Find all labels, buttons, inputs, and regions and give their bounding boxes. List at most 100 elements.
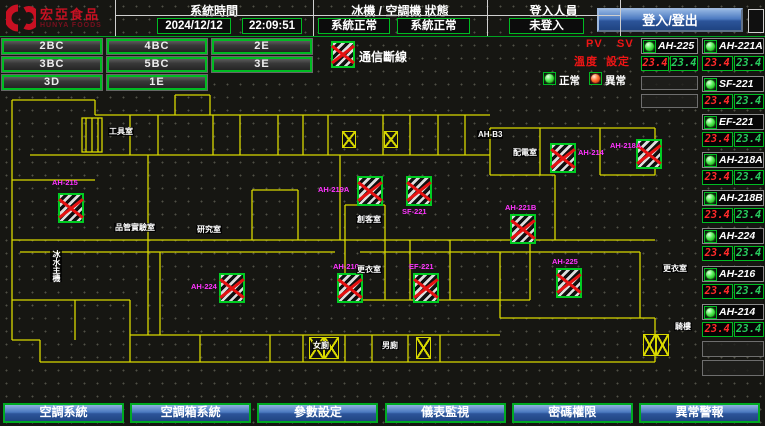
empty-slot	[641, 76, 698, 90]
comm-offline-icon	[331, 41, 355, 68]
floor-button-3bc[interactable]: 3BC	[2, 57, 102, 72]
elevator-icon	[342, 131, 356, 148]
temp-label: 溫度	[574, 53, 598, 69]
header-sep-4	[620, 0, 621, 36]
abnormal-label: 異常	[605, 73, 626, 88]
sv-value: 23.4	[734, 132, 765, 147]
empty-slot	[702, 360, 764, 376]
unit-status-led	[704, 40, 717, 53]
floor-button-3e[interactable]: 3E	[212, 57, 312, 72]
device-offline-icon-ah-216[interactable]	[337, 273, 363, 303]
floor-button-3d[interactable]: 3D	[2, 75, 102, 90]
pv-value: 23.4	[702, 94, 733, 109]
sv-value: 23.4	[734, 170, 765, 185]
nav-button-5[interactable]: 密碼權限	[512, 403, 633, 423]
unit-name-label: AH-224	[719, 230, 755, 242]
system-time-label: 系統時間	[115, 2, 313, 19]
elevator-icon	[643, 334, 656, 356]
unit-values-ah-218a: 23.423.4	[702, 170, 764, 185]
unit-values-ah-216: 23.423.4	[702, 284, 764, 299]
device-label: AH-215	[52, 179, 78, 187]
room-label: 冰水主機	[50, 250, 62, 282]
nav-button-6[interactable]: 異常警報	[639, 403, 760, 423]
device-offline-icon-ah-219a[interactable]	[357, 176, 383, 206]
logo: 宏亞食品 HUNYA FOODS	[6, 3, 114, 33]
device-label: AH-219A	[318, 186, 349, 194]
unit-name-label: AH-225	[658, 40, 694, 52]
device-label: AH-216	[333, 263, 359, 271]
elevator-icon	[384, 131, 398, 148]
unit-ah-216[interactable]: AH-216	[702, 266, 764, 282]
device-label: AH-225	[552, 258, 578, 266]
room-label: 配電室	[512, 148, 538, 157]
normal-led	[543, 72, 556, 85]
device-offline-icon-sf-221[interactable]	[406, 176, 432, 206]
unit-status-led	[704, 116, 717, 129]
header-divider	[115, 15, 620, 16]
floor-button-2bc[interactable]: 2BC	[2, 39, 102, 54]
unit-sf-221[interactable]: SF-221	[702, 76, 764, 92]
pv-value: 23.4	[702, 284, 733, 299]
empty-slot	[702, 341, 764, 357]
device-offline-icon-ah-224[interactable]	[219, 273, 245, 303]
pv-value: 23.4	[702, 322, 733, 337]
unit-values-ef-221: 23.423.4	[702, 132, 764, 147]
room-label: 女廁	[312, 341, 330, 350]
login-logout-button[interactable]: 登入/登出	[597, 8, 743, 32]
unit-name-label: AH-218A	[719, 154, 763, 166]
room-label: 工具室	[108, 127, 134, 136]
logo-subtitle: HUNYA FOODS	[40, 22, 102, 29]
elevator-icon	[656, 334, 669, 356]
ahu-status: 系統正常	[397, 18, 470, 34]
header-sep-1	[115, 0, 116, 36]
unit-ah-225[interactable]: AH-225	[641, 38, 698, 54]
sv-value: 23.4	[734, 246, 765, 261]
unit-ah-214[interactable]: AH-214	[702, 304, 764, 320]
header-sep-3	[487, 0, 488, 36]
set-label: 設定	[606, 53, 630, 69]
device-offline-icon-ef-221[interactable]	[413, 273, 439, 303]
elevator-icon	[416, 337, 431, 359]
login-user-value: 未登入	[509, 18, 584, 34]
sv-value: 23.4	[734, 208, 765, 223]
hunya-logo-icon	[6, 4, 36, 32]
pv-value: 23.4	[702, 132, 733, 147]
unit-ah-218a[interactable]: AH-218A	[702, 152, 764, 168]
unit-ah-224[interactable]: AH-224	[702, 228, 764, 244]
floor-button-5bc[interactable]: 5BC	[107, 57, 207, 72]
device-offline-icon-ah-221b[interactable]	[510, 214, 536, 244]
device-label: SF-221	[402, 208, 427, 216]
sv-label: SV	[617, 38, 634, 50]
room-label: 騎樓	[674, 322, 692, 331]
unit-ah-221a[interactable]: AH-221A	[702, 38, 764, 54]
sv-value: 23.4	[734, 322, 765, 337]
unit-name-label: SF-221	[719, 78, 753, 90]
unit-status-led	[704, 192, 717, 205]
unit-values-ah-221a: 23.423.4	[702, 56, 764, 71]
device-offline-icon-ah-214[interactable]	[550, 143, 576, 173]
pv-value: 23.4	[702, 170, 733, 185]
sv-value: 23.4	[734, 94, 765, 109]
unit-ah-218b[interactable]: AH-218B	[702, 190, 764, 206]
unit-ef-221[interactable]: EF-221	[702, 114, 764, 130]
unit-values-ah-224: 23.423.4	[702, 246, 764, 261]
logo-title: 宏亞食品	[40, 8, 102, 22]
device-offline-icon-ah-215[interactable]	[58, 193, 84, 223]
floor-button-1e[interactable]: 1E	[107, 75, 207, 90]
nav-button-4[interactable]: 儀表監視	[385, 403, 506, 423]
nav-button-3[interactable]: 參數設定	[257, 403, 378, 423]
nav-button-2[interactable]: 空調箱系統	[130, 403, 251, 423]
nav-button-1[interactable]: 空調系統	[3, 403, 124, 423]
floor-button-4bc[interactable]: 4BC	[107, 39, 207, 54]
floor-button-2e[interactable]: 2E	[212, 39, 312, 54]
header-corner-box	[748, 9, 764, 33]
sv-value: 23.4	[734, 284, 765, 299]
sv-value: 23.4	[670, 56, 698, 71]
device-offline-icon-ah-225[interactable]	[556, 268, 582, 298]
abnormal-led	[589, 72, 602, 85]
unit-status-led	[704, 78, 717, 91]
unit-status-led	[643, 40, 656, 53]
unit-name-label: EF-221	[719, 116, 753, 128]
normal-label: 正常	[559, 73, 580, 88]
device-label: AH-218A	[610, 142, 641, 150]
